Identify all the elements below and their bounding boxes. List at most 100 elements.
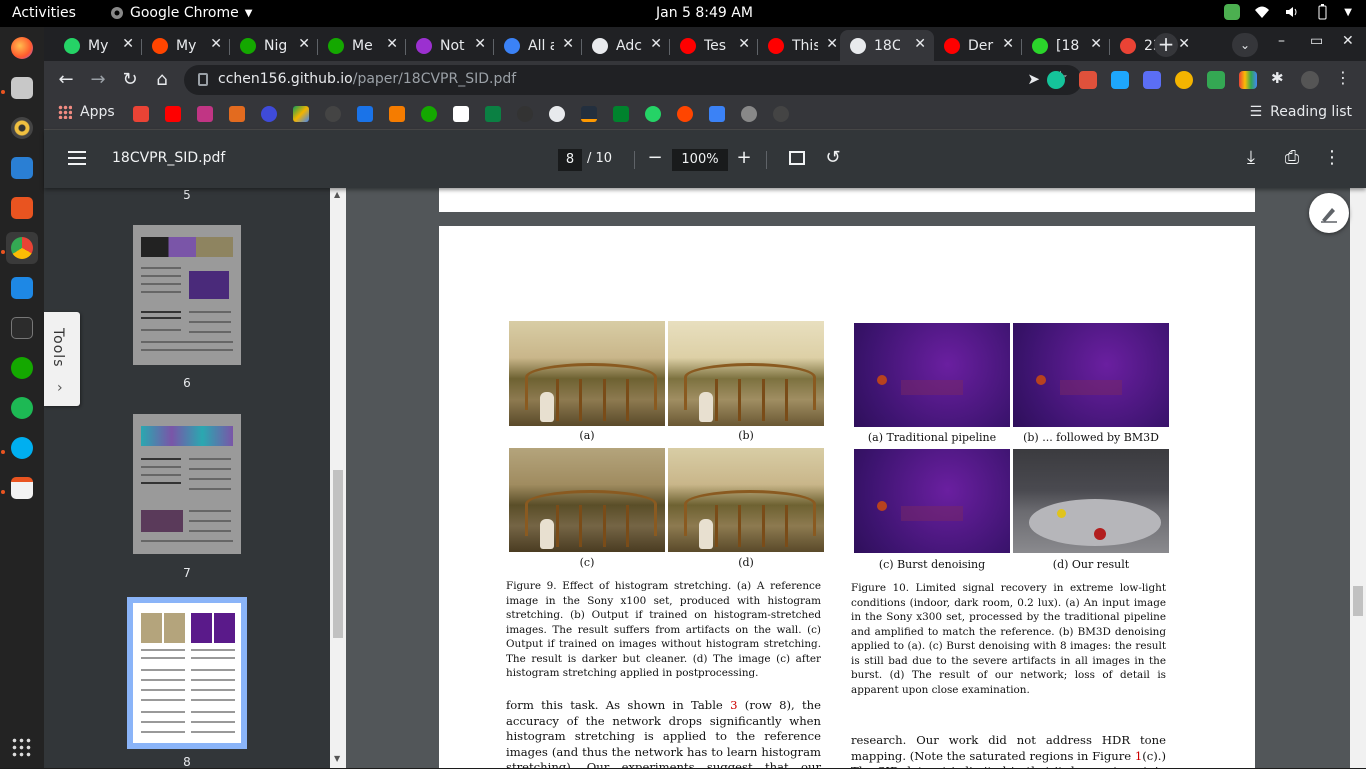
sidebar-menu-icon[interactable] xyxy=(68,151,86,165)
zoom-level-input[interactable]: 100% xyxy=(672,149,728,171)
dock-terminal[interactable] xyxy=(6,312,38,344)
thumbnail-page-7[interactable] xyxy=(133,414,241,554)
tools-panel-tab[interactable]: Tools › xyxy=(44,312,80,406)
dock-writer[interactable] xyxy=(6,152,38,184)
annotation-pen-button[interactable] xyxy=(1309,193,1349,233)
system-tray[interactable]: ▼ xyxy=(1224,4,1352,20)
browser-tab[interactable]: My ✕ xyxy=(142,30,230,61)
address-bar[interactable]: cchen156.github.io/paper/18CVPR_SID.pdf … xyxy=(184,65,1082,95)
google-meet-icon[interactable] xyxy=(613,106,629,122)
grammarly-icon[interactable] xyxy=(1047,71,1065,89)
apple-icon[interactable] xyxy=(741,106,757,122)
fit-to-page-button[interactable] xyxy=(785,147,809,171)
tab-close-icon[interactable]: ✕ xyxy=(474,36,486,52)
browser-tab[interactable]: [18 ✕ xyxy=(1022,30,1110,61)
tab-close-icon[interactable]: ✕ xyxy=(122,36,134,52)
zoom-in-button[interactable]: + xyxy=(732,147,756,171)
tab-close-icon[interactable]: ✕ xyxy=(210,36,222,52)
browser-tab[interactable]: Der ✕ xyxy=(934,30,1022,61)
google-drive-icon[interactable] xyxy=(293,106,309,122)
chrome-menu-icon[interactable]: ⋮ xyxy=(1335,68,1353,87)
browser-tab[interactable]: All a ✕ xyxy=(494,30,582,61)
close-window-button[interactable]: ✕ xyxy=(1342,33,1354,49)
extensions-puzzle-icon[interactable]: ✱ xyxy=(1271,69,1289,87)
tab-close-icon[interactable]: ✕ xyxy=(386,36,398,52)
tab-close-icon[interactable]: ✕ xyxy=(1178,36,1190,52)
tab-close-icon[interactable]: ✕ xyxy=(826,36,838,52)
update-check-icon[interactable] xyxy=(1224,4,1241,20)
browser-tab[interactable]: Nig ✕ xyxy=(230,30,318,61)
profile-avatar[interactable] xyxy=(1301,71,1319,89)
home-button[interactable]: ⌂ xyxy=(150,68,174,92)
instagram-icon[interactable] xyxy=(197,106,213,122)
whatsapp-icon[interactable] xyxy=(645,106,661,122)
dock-rhythmbox[interactable] xyxy=(6,112,38,144)
new-tab-button[interactable]: + xyxy=(1154,33,1178,57)
browser-tab[interactable]: 18C ✕ xyxy=(840,30,934,61)
browser-tab[interactable]: My ✕ xyxy=(54,30,142,61)
page-number-input[interactable]: 8 xyxy=(558,149,582,171)
viewer-scroll-thumb[interactable] xyxy=(1353,586,1363,616)
tab-close-icon[interactable]: ✕ xyxy=(738,36,750,52)
dock-upwork[interactable] xyxy=(6,352,38,384)
back-button[interactable]: ← xyxy=(54,68,78,92)
tab-close-icon[interactable]: ✕ xyxy=(914,36,926,52)
youtube-icon[interactable] xyxy=(165,106,181,122)
thumbnail-page-8-selected[interactable] xyxy=(127,597,247,749)
dock-firefox[interactable] xyxy=(6,32,38,64)
clock[interactable]: Jan 5 8:49 AM xyxy=(656,5,753,21)
bookmark-icon[interactable] xyxy=(389,106,405,122)
reading-list-button[interactable]: ☰ Reading list xyxy=(1250,104,1352,120)
bookmark-icon[interactable] xyxy=(261,106,277,122)
minimize-button[interactable]: – xyxy=(1278,33,1285,49)
dock-text-editor[interactable] xyxy=(6,472,38,504)
reload-button[interactable]: ↻ xyxy=(118,68,142,92)
dock-skype[interactable] xyxy=(6,432,38,464)
dock-show-apps[interactable] xyxy=(6,732,38,764)
bookmark-icon[interactable] xyxy=(229,106,245,122)
bookmark-icon[interactable] xyxy=(709,106,725,122)
url-text[interactable]: cchen156.github.io/paper/18CVPR_SID.pdf xyxy=(218,71,516,87)
extension-icon[interactable] xyxy=(1175,71,1193,89)
bookmark-icon[interactable] xyxy=(485,106,501,122)
extension-icon[interactable] xyxy=(1207,71,1225,89)
upwork-icon[interactable] xyxy=(421,106,437,122)
dock-vscode[interactable] xyxy=(6,272,38,304)
thumbnail-page-6[interactable] xyxy=(133,225,241,365)
tab-close-icon[interactable]: ✕ xyxy=(1002,36,1014,52)
pdf-viewer[interactable]: (a) (b) (c) (d) (a) Traditional pipeline… xyxy=(346,188,1350,768)
app-menu[interactable]: Google Chrome ▼ xyxy=(110,5,252,21)
tab-close-icon[interactable]: ✕ xyxy=(650,36,662,52)
bookmark-icon[interactable] xyxy=(517,106,533,122)
rotate-button[interactable]: ↺ xyxy=(821,147,845,171)
viewer-scrollbar[interactable] xyxy=(1350,188,1366,768)
tab-close-icon[interactable]: ✕ xyxy=(562,36,574,52)
sidebar-scrollbar[interactable]: ▲ ▼ xyxy=(330,188,346,768)
dock-software[interactable] xyxy=(6,192,38,224)
scroll-down-arrow-icon[interactable]: ▼ xyxy=(334,754,340,763)
browser-tab[interactable]: Not ✕ xyxy=(406,30,494,61)
extension-icon[interactable] xyxy=(1239,71,1257,89)
download-button[interactable]: ⤓ xyxy=(1239,147,1263,171)
github-icon[interactable] xyxy=(325,106,341,122)
extension-icon[interactable] xyxy=(1111,71,1129,89)
extension-icon[interactable] xyxy=(1079,71,1097,89)
browser-tab[interactable]: Tes ✕ xyxy=(670,30,758,61)
browser-tab[interactable]: Me ✕ xyxy=(318,30,406,61)
send-icon[interactable]: ➤ xyxy=(1027,70,1040,88)
github-icon[interactable] xyxy=(773,106,789,122)
globe-icon[interactable] xyxy=(549,106,565,122)
zoom-extension-icon[interactable] xyxy=(1143,71,1161,89)
dock-chrome[interactable] xyxy=(6,232,38,264)
gmail-icon[interactable] xyxy=(133,106,149,122)
bookmark-apps[interactable]: Apps xyxy=(58,104,115,120)
dock-files[interactable] xyxy=(6,72,38,104)
bookmark-icon[interactable] xyxy=(453,106,469,122)
bookmark-icon[interactable] xyxy=(357,106,373,122)
aws-icon[interactable] xyxy=(581,106,597,122)
tab-search-button[interactable]: ⌄ xyxy=(1232,33,1258,57)
print-button[interactable]: ⎙ xyxy=(1280,147,1304,171)
browser-tab[interactable]: Adc ✕ xyxy=(582,30,670,61)
forward-button[interactable]: → xyxy=(86,68,110,92)
more-actions-button[interactable]: ⋮ xyxy=(1320,147,1344,171)
